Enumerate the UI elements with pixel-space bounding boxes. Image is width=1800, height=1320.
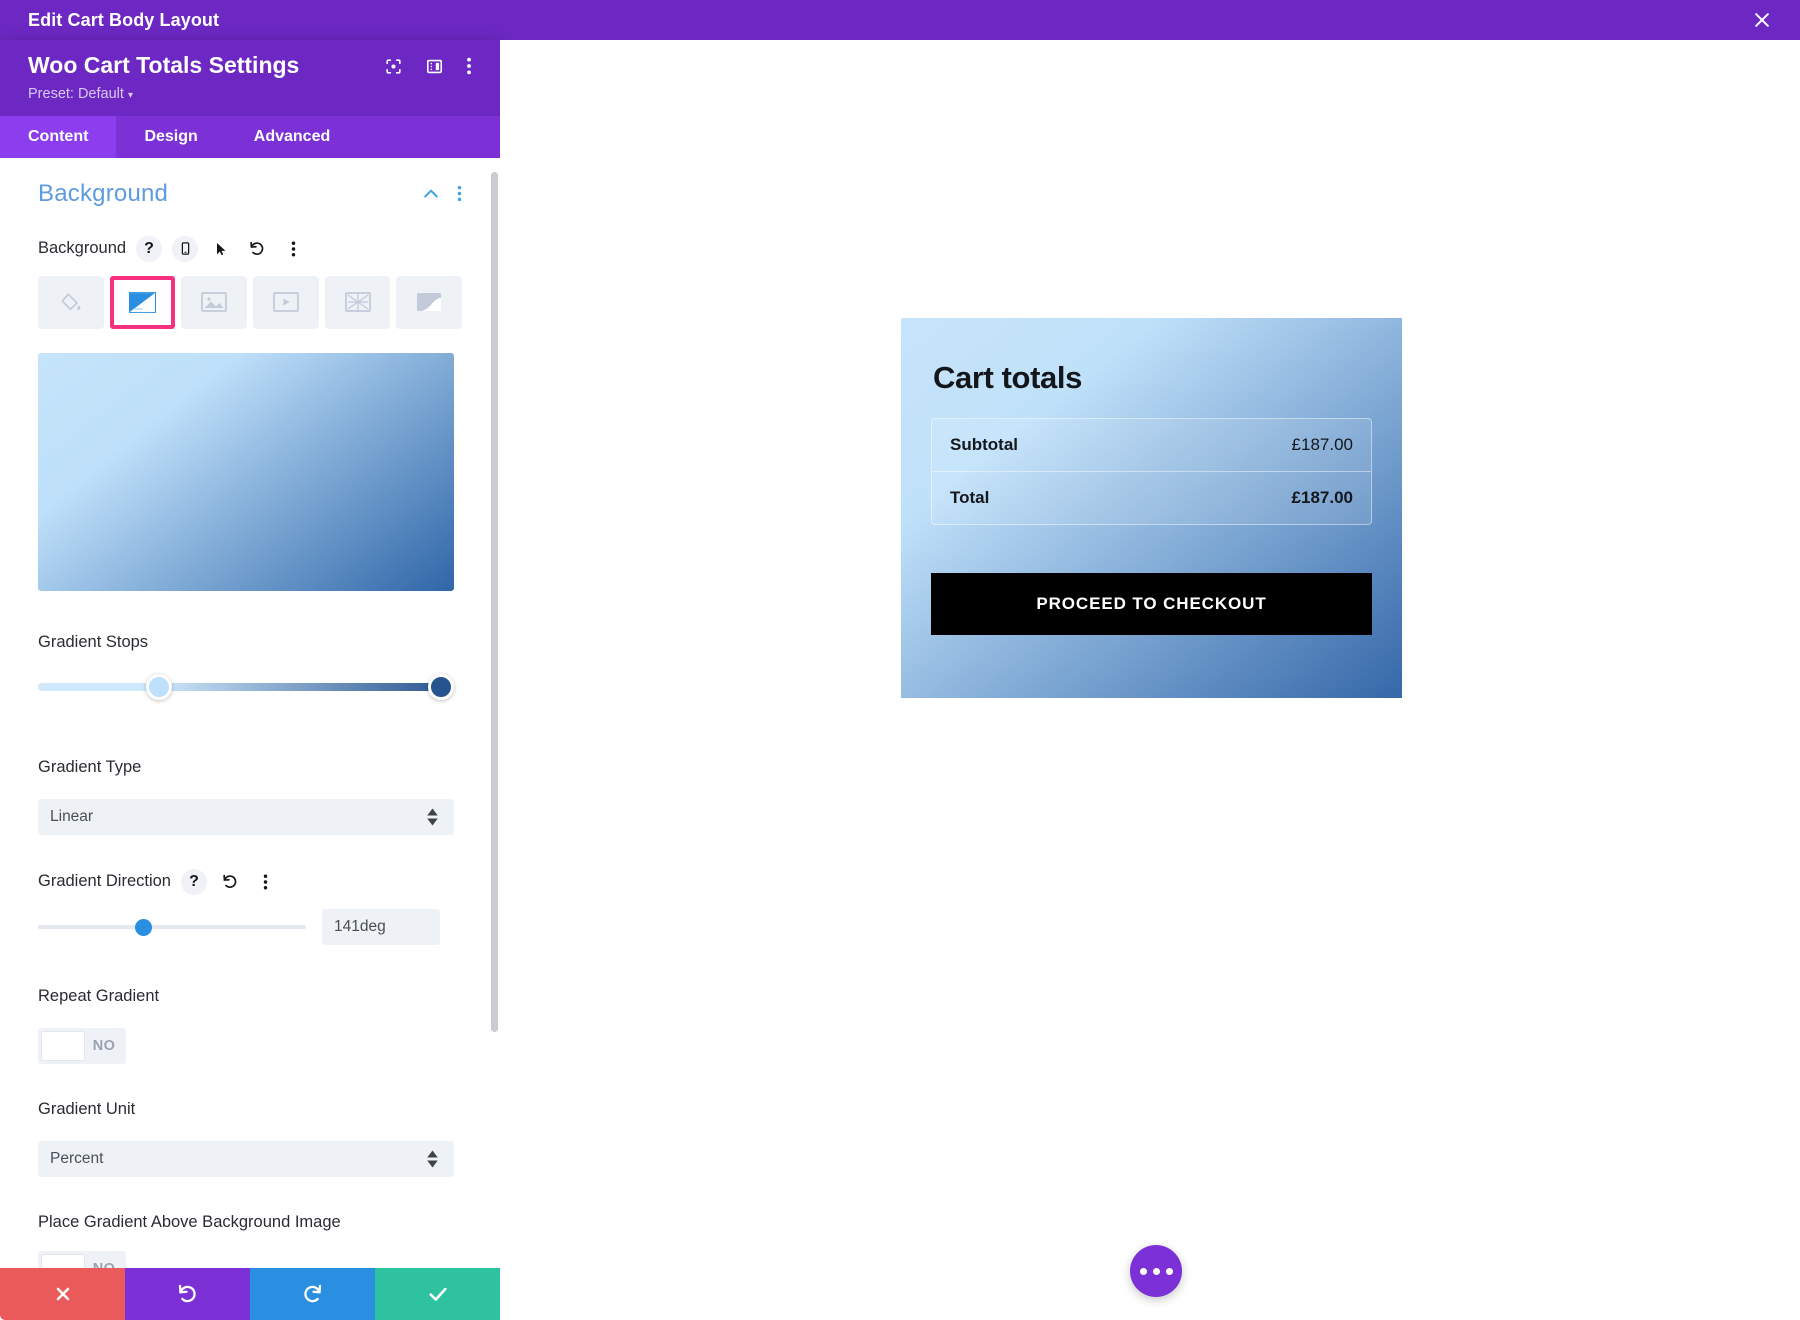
- tab-design[interactable]: Design: [116, 116, 225, 158]
- background-color-tab[interactable]: [38, 276, 104, 329]
- three-dots-icon: [1153, 1268, 1160, 1275]
- window-titlebar: Edit Cart Body Layout: [0, 0, 1800, 40]
- page-title: Background: [38, 180, 168, 208]
- window-title: Edit Cart Body Layout: [0, 10, 219, 31]
- subtotal-label: Subtotal: [950, 435, 1018, 455]
- panel-tabs: Content Design Advanced: [0, 116, 500, 158]
- total-value: £187.00: [1292, 488, 1353, 508]
- panel-title: Woo Cart Totals Settings: [28, 52, 299, 80]
- cancel-button[interactable]: [0, 1268, 125, 1320]
- background-pattern-tab[interactable]: [325, 276, 391, 329]
- vertical-dots-icon[interactable]: [466, 56, 472, 76]
- select-stepper-arrows-icon: [427, 808, 438, 825]
- place-gradient-above-label: Place Gradient Above Background Image: [38, 1211, 462, 1233]
- slider-knob[interactable]: [135, 919, 152, 936]
- panel-scrollbar[interactable]: [491, 172, 498, 1032]
- chevron-up-icon[interactable]: [421, 184, 441, 204]
- preset-label: Preset: Default: [28, 86, 124, 102]
- vertical-dots-icon[interactable]: [280, 236, 306, 262]
- gradient-direction-label: Gradient Direction: [38, 872, 171, 891]
- table-row: Total £187.00: [932, 471, 1371, 524]
- background-field-label: Background: [38, 239, 126, 258]
- gradient-direction-row: 141deg: [38, 909, 462, 945]
- gradient-stops-track: [38, 683, 454, 691]
- subtotal-value: £187.00: [1292, 435, 1353, 455]
- gradient-type-label: Gradient Type: [38, 758, 462, 777]
- gradient-type-select[interactable]: Linear: [38, 799, 454, 835]
- gradient-direction-value: 141deg: [334, 918, 386, 936]
- responsive-mobile-icon[interactable]: [172, 236, 198, 262]
- repeat-gradient-toggle[interactable]: NO: [38, 1028, 126, 1064]
- help-icon[interactable]: ?: [136, 236, 162, 262]
- reset-undo-icon[interactable]: [217, 869, 243, 895]
- gradient-stop-handle-start[interactable]: [146, 674, 172, 700]
- panel-body: Background: [0, 158, 500, 1268]
- hover-cursor-icon[interactable]: [208, 236, 234, 262]
- background-type-tabs: [38, 276, 462, 329]
- section-options-vertical-dots-icon[interactable]: [457, 184, 462, 203]
- cart-totals-heading: Cart totals: [933, 360, 1372, 396]
- gradient-unit-value: Percent: [50, 1150, 103, 1168]
- vertical-dots-icon[interactable]: [253, 869, 279, 895]
- undo-button[interactable]: [125, 1268, 250, 1320]
- layout-panel-icon[interactable]: [425, 57, 444, 76]
- select-stepper-arrows-icon: [427, 1150, 438, 1167]
- background-image-tab[interactable]: [181, 276, 247, 329]
- three-dots-icon: [1166, 1268, 1173, 1275]
- reset-undo-icon[interactable]: [244, 236, 270, 262]
- gradient-stops-label: Gradient Stops: [38, 633, 462, 652]
- gradient-type-value: Linear: [50, 808, 93, 826]
- preview-canvas: Cart totals Subtotal £187.00 Total £187.…: [500, 40, 1800, 1320]
- focus-target-icon[interactable]: [384, 57, 403, 76]
- toggle-knob: [41, 1254, 85, 1268]
- panel-header: Woo Cart Totals Settings: [0, 40, 500, 116]
- three-dots-icon: [1140, 1268, 1147, 1275]
- place-gradient-above-value: NO: [85, 1261, 123, 1268]
- help-icon[interactable]: ?: [181, 869, 207, 895]
- gradient-stop-handle-end[interactable]: [428, 674, 454, 700]
- gradient-unit-label: Gradient Unit: [38, 1100, 462, 1119]
- gradient-unit-select[interactable]: Percent: [38, 1141, 454, 1177]
- panel-action-bar: [0, 1268, 500, 1320]
- preset-selector[interactable]: Preset: Default ▾: [28, 86, 472, 102]
- background-field-label-row: Background ?: [38, 236, 462, 262]
- gradient-preview[interactable]: [38, 353, 454, 591]
- tab-advanced[interactable]: Advanced: [226, 116, 358, 158]
- proceed-to-checkout-button[interactable]: PROCEED TO CHECKOUT: [931, 573, 1372, 635]
- slider-track: [38, 925, 306, 929]
- background-mask-tab[interactable]: [396, 276, 462, 329]
- cart-totals-card: Cart totals Subtotal £187.00 Total £187.…: [901, 318, 1402, 698]
- settings-panel: Woo Cart Totals Settings: [0, 40, 500, 1320]
- background-gradient-tab[interactable]: [110, 276, 176, 329]
- place-gradient-above-toggle[interactable]: NO: [38, 1251, 126, 1268]
- save-button[interactable]: [375, 1268, 500, 1320]
- redo-button[interactable]: [250, 1268, 375, 1320]
- cart-totals-table: Subtotal £187.00 Total £187.00: [931, 418, 1372, 525]
- gradient-stops-slider[interactable]: [38, 674, 462, 700]
- gradient-direction-label-row: Gradient Direction ?: [38, 869, 462, 895]
- tab-content[interactable]: Content: [0, 116, 116, 158]
- close-icon[interactable]: [1742, 0, 1782, 40]
- repeat-gradient-value: NO: [85, 1038, 123, 1054]
- more-options-fab[interactable]: [1130, 1245, 1182, 1297]
- background-video-tab[interactable]: [253, 276, 319, 329]
- app-root: Edit Cart Body Layout Woo Cart Totals Se…: [0, 0, 1800, 1320]
- background-section-header: Background: [38, 180, 462, 208]
- repeat-gradient-label: Repeat Gradient: [38, 987, 462, 1006]
- chevron-down-icon: ▾: [128, 90, 133, 101]
- table-row: Subtotal £187.00: [932, 419, 1371, 471]
- gradient-direction-input[interactable]: 141deg: [322, 909, 440, 945]
- toggle-knob: [41, 1031, 85, 1061]
- panel-header-icons: [384, 52, 472, 76]
- total-label: Total: [950, 488, 989, 508]
- gradient-direction-slider[interactable]: [38, 917, 306, 937]
